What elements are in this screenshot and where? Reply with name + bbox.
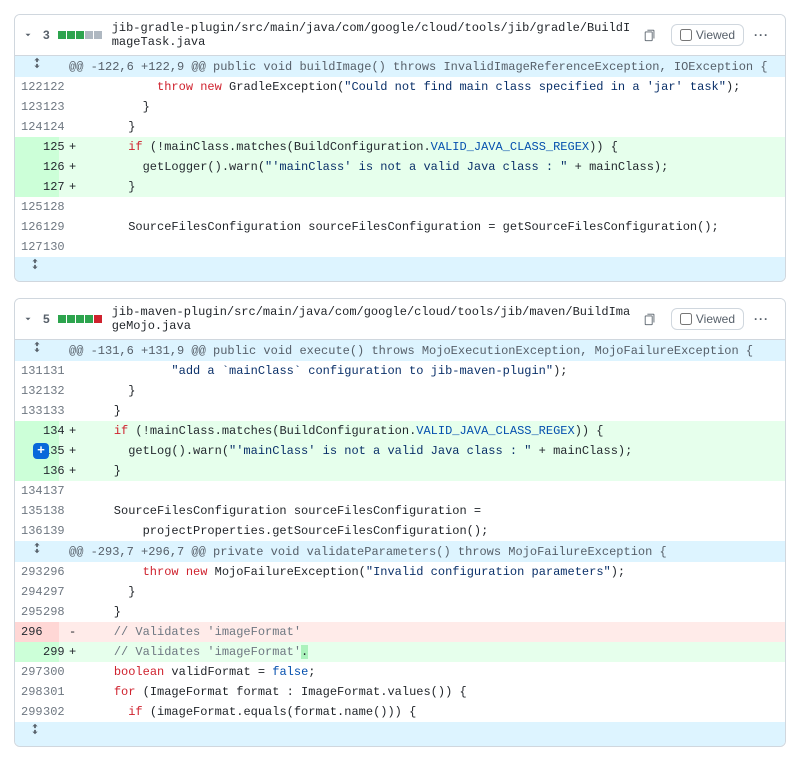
diff-line-deleted: 296- // Validates 'imageFormat' [15, 622, 785, 642]
expand-hunk-icon[interactable] [15, 56, 59, 77]
diff-table: @@ -122,6 +122,9 @@ public void buildIma… [15, 56, 785, 281]
add-comment-icon[interactable]: + [33, 443, 49, 459]
file-path[interactable]: jib-maven-plugin/src/main/java/com/googl… [112, 305, 635, 333]
diff-line: 125128 [15, 197, 785, 217]
viewed-checkbox[interactable] [680, 313, 692, 325]
diff-line: 299302 if (imageFormat.equals(format.nam… [15, 702, 785, 722]
changes-count: 5 [43, 312, 50, 326]
file-menu-icon[interactable]: ··· [750, 310, 773, 328]
diff-line: 132132 } [15, 381, 785, 401]
file-path[interactable]: jib-gradle-plugin/src/main/java/com/goog… [112, 21, 635, 49]
diffstat [58, 31, 102, 39]
diff-table: @@ -131,6 +131,9 @@ public void execute(… [15, 340, 785, 746]
expand-down[interactable] [15, 257, 785, 281]
diff-line: 131131 "add a `mainClass` configuration … [15, 361, 785, 381]
hunk-text: @@ -131,6 +131,9 @@ public void execute(… [59, 340, 785, 361]
hunk-header: @@ -293,7 +296,7 @@ private void validat… [15, 541, 785, 562]
changes-count: 3 [43, 28, 50, 42]
expand-hunk-icon[interactable] [15, 541, 59, 562]
diffstat [58, 315, 102, 323]
hunk-header: @@ -131,6 +131,9 @@ public void execute(… [15, 340, 785, 361]
diff-line: 126129 SourceFilesConfiguration sourceFi… [15, 217, 785, 237]
diff-line: 293296 throw new MojoFailureException("I… [15, 562, 785, 582]
copy-path-icon[interactable] [641, 26, 659, 44]
viewed-toggle[interactable]: Viewed [671, 308, 744, 330]
file-menu-icon[interactable]: ··· [750, 26, 773, 44]
viewed-label: Viewed [696, 312, 735, 326]
hunk-text: @@ -293,7 +296,7 @@ private void validat… [59, 541, 785, 562]
diff-line: 124124 } [15, 117, 785, 137]
diff-line: 135138 SourceFilesConfiguration sourceFi… [15, 501, 785, 521]
diff-line: 295298 } [15, 602, 785, 622]
hunk-header: @@ -122,6 +122,9 @@ public void buildIma… [15, 56, 785, 77]
diff-line: 297300 boolean validFormat = false; [15, 662, 785, 682]
hunk-text: @@ -122,6 +122,9 @@ public void buildIma… [59, 56, 785, 77]
diff-line-added: +135+ getLog().warn("'mainClass' is not … [15, 441, 785, 461]
viewed-toggle[interactable]: Viewed [671, 24, 744, 46]
collapse-toggle[interactable] [23, 30, 33, 40]
collapse-toggle[interactable] [23, 314, 33, 324]
diff-line-added: 299+ // Validates 'imageFormat'. [15, 642, 785, 662]
diff-line-added: 127+ } [15, 177, 785, 197]
expand-hunk-icon[interactable] [15, 340, 59, 361]
diff-line: 134137 [15, 481, 785, 501]
diff-line-added: 125+ if (!mainClass.matches(BuildConfigu… [15, 137, 785, 157]
diff-line-added: 136+ } [15, 461, 785, 481]
diff-line-added: 134+ if (!mainClass.matches(BuildConfigu… [15, 421, 785, 441]
copy-path-icon[interactable] [641, 310, 659, 328]
diff-line: 136139 projectProperties.getSourceFilesC… [15, 521, 785, 541]
file-header: 5 jib-maven-plugin/src/main/java/com/goo… [15, 299, 785, 340]
viewed-checkbox[interactable] [680, 29, 692, 41]
diff-line: 133133 } [15, 401, 785, 421]
diff-line: 127130 [15, 237, 785, 257]
expand-down[interactable] [15, 722, 785, 746]
diff-file: 5 jib-maven-plugin/src/main/java/com/goo… [14, 298, 786, 747]
diff-file: 3 jib-gradle-plugin/src/main/java/com/go… [14, 14, 786, 282]
diff-line: 122122 throw new GradleException("Could … [15, 77, 785, 97]
diff-line: 298301 for (ImageFormat format : ImageFo… [15, 682, 785, 702]
viewed-label: Viewed [696, 28, 735, 42]
diff-line: 294297 } [15, 582, 785, 602]
file-header: 3 jib-gradle-plugin/src/main/java/com/go… [15, 15, 785, 56]
diff-line: 123123 } [15, 97, 785, 117]
diff-line-added: 126+ getLogger().warn("'mainClass' is no… [15, 157, 785, 177]
